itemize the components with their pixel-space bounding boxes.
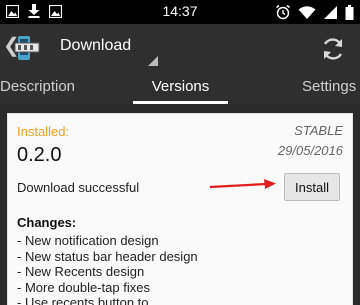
tab-bar: Description Versions Settings [0,72,360,104]
alarm-icon [276,4,290,20]
install-button[interactable]: Install [284,173,340,201]
system-icons [275,4,354,20]
spinner-triangle-icon[interactable] [148,56,158,66]
list-item: - New status bar header design [17,248,198,264]
version-card: Installed: STABLE 29/05/2016 0.2.0 Downl… [7,113,353,305]
changes-list: - New notification design - New status b… [17,233,198,305]
list-item: - More double-tap fixes [17,279,150,295]
active-tab-indicator [133,101,228,104]
list-item: - New notification design [17,233,159,248]
tab-description[interactable]: Description [0,78,75,95]
action-bar-title[interactable]: Download [60,37,131,55]
annotation-arrow-icon [209,179,276,189]
wifi-icon [298,5,316,19]
signal-icon [324,5,337,19]
release-channel: STABLE [294,123,343,138]
list-item: - New Recents design [17,264,145,279]
changes-title: Changes: [17,215,77,230]
status-bar: 14:37 [0,0,360,24]
refresh-icon[interactable] [320,36,346,62]
app-icon[interactable] [12,34,42,62]
installed-label: Installed: [17,124,70,139]
release-date: 29/05/2016 [277,143,343,158]
list-item: - Use recents button to [17,295,149,305]
tab-settings[interactable]: Settings [302,78,356,95]
tab-versions[interactable]: Versions [133,78,228,95]
action-bar: ❮ Download [0,24,360,72]
battery-icon [345,4,354,20]
download-status: Download successful [17,180,140,195]
version-number: 0.2.0 [17,144,62,166]
